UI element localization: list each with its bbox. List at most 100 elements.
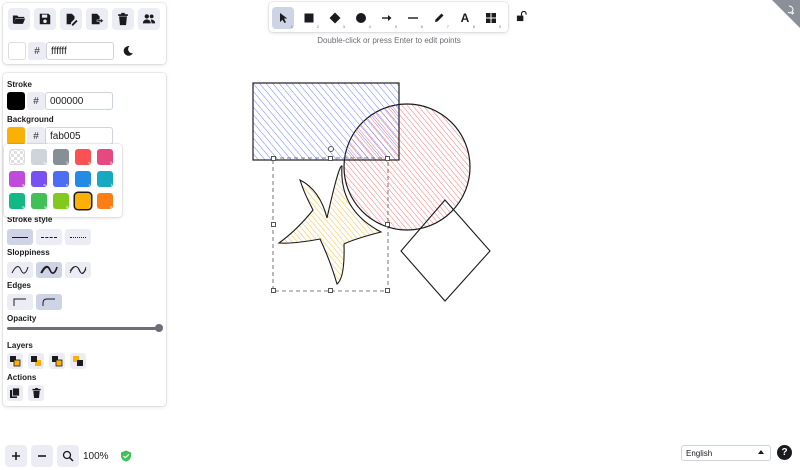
zoom-level: 100% <box>83 451 109 462</box>
palette-swatch-key: g <box>109 204 112 209</box>
properties-panel: Stroke # 000000 Background # fab005 Stro… <box>3 73 166 406</box>
palette-swatch-key: s <box>44 204 46 209</box>
palette-swatch-1[interactable]: w <box>31 149 47 165</box>
palette-swatch-key: e <box>65 182 68 187</box>
tool-draw[interactable]: 7 <box>428 7 450 29</box>
bring-to-front-button[interactable] <box>70 353 86 369</box>
palette-swatch-key: a <box>21 204 24 209</box>
tool-arrow-key: 5 <box>394 24 397 29</box>
tool-diamond[interactable]: 3 <box>324 7 346 29</box>
palette-swatch-6[interactable]: w <box>31 171 47 187</box>
opacity-slider-track <box>7 327 161 330</box>
palette-swatch-13[interactable]: f <box>75 193 91 209</box>
resize-handle-e[interactable] <box>385 222 390 227</box>
pencil-icon <box>435 13 444 22</box>
opacity-slider-thumb[interactable] <box>155 324 163 332</box>
send-to-back-button[interactable] <box>7 353 23 369</box>
rotation-handle[interactable] <box>328 146 334 152</box>
tool-arrow[interactable]: 5 <box>376 7 398 29</box>
color-palette-popover: q w 3 4 5 q w e r t a s d f g <box>4 144 122 217</box>
palette-swatch-10[interactable]: a <box>9 193 25 209</box>
palette-swatch-7[interactable]: e <box>53 171 69 187</box>
save-as-button[interactable] <box>60 8 82 30</box>
clear-canvas-button[interactable] <box>112 8 134 30</box>
palette-swatch-8[interactable]: r <box>75 171 91 187</box>
rectangle-shape[interactable] <box>252 82 400 161</box>
layers-label: Layers <box>7 341 33 350</box>
palette-swatch-key: 3 <box>65 160 68 165</box>
tool-library-key: 9 <box>498 24 501 29</box>
palette-swatch-11[interactable]: s <box>31 193 47 209</box>
tool-line-key: 6 <box>420 24 423 29</box>
sloppiness-architect[interactable] <box>7 262 33 278</box>
save-button[interactable] <box>34 8 56 30</box>
edges-sharp[interactable] <box>7 294 33 310</box>
diamond-shape[interactable] <box>400 199 491 302</box>
tool-ellipse-key: 4 <box>368 24 371 29</box>
send-backward-icon <box>31 356 41 366</box>
duplicate-icon <box>10 387 20 398</box>
resize-handle-ne[interactable] <box>385 156 390 161</box>
export-button[interactable] <box>86 8 108 30</box>
palette-swatch-9[interactable]: t <box>97 171 113 187</box>
tool-ellipse[interactable]: 4 <box>350 7 372 29</box>
background-hex-input[interactable]: fab005 <box>45 127 113 145</box>
resize-handle-nw[interactable] <box>271 156 276 161</box>
palette-swatch-2[interactable]: 3 <box>53 149 69 165</box>
send-backward-button[interactable] <box>28 353 44 369</box>
palette-swatch-5[interactable]: q <box>9 171 25 187</box>
resize-handle-s[interactable] <box>328 288 333 293</box>
palette-swatch-14[interactable]: g <box>97 193 113 209</box>
resize-handle-n[interactable] <box>328 156 333 161</box>
lock-tool-button[interactable] <box>513 8 529 24</box>
palette-swatch-key: q <box>20 159 23 164</box>
reset-zoom-button[interactable] <box>57 445 79 467</box>
palette-swatch-key: w <box>43 182 46 187</box>
tool-rectangle[interactable]: 2 <box>298 7 320 29</box>
github-corner[interactable] <box>772 0 800 28</box>
palette-swatch-0[interactable]: q <box>9 149 25 165</box>
stroke-color-swatch[interactable] <box>7 92 25 110</box>
plus-icon <box>12 452 20 460</box>
shape-toolbar: 1 2 3 4 5 6 7 A 8 9 <box>269 2 508 32</box>
palette-swatch-4[interactable]: 5 <box>97 149 113 165</box>
selection-box[interactable] <box>272 157 389 292</box>
sloppiness-cartoonist[interactable] <box>65 262 91 278</box>
zoom-in-button[interactable] <box>5 445 27 467</box>
help-button[interactable]: ? <box>777 445 792 460</box>
save-icon <box>39 13 51 25</box>
tool-selection[interactable]: 1 <box>272 7 294 29</box>
tool-line[interactable]: 6 <box>402 7 424 29</box>
delete-button[interactable] <box>28 385 44 401</box>
edges-round[interactable] <box>36 294 62 310</box>
star-shape[interactable] <box>277 165 383 285</box>
bring-forward-button[interactable] <box>49 353 65 369</box>
stroke-style-dotted[interactable] <box>65 229 91 245</box>
trash-icon <box>31 387 41 399</box>
background-color-swatch[interactable] <box>7 127 25 145</box>
stroke-style-solid[interactable] <box>7 229 33 245</box>
sloppiness-artist[interactable] <box>36 262 62 278</box>
canvas-menu-panel: # ffffff <box>3 3 166 64</box>
stroke-style-dashed[interactable] <box>36 229 62 245</box>
ellipse-shape[interactable] <box>343 103 471 231</box>
tool-library[interactable]: 9 <box>480 7 502 29</box>
language-select[interactable]: English <box>681 445 771 461</box>
stroke-hex-input[interactable]: 000000 <box>45 92 113 110</box>
zoom-out-button[interactable] <box>31 445 53 467</box>
open-button[interactable] <box>8 8 30 30</box>
palette-swatch-3[interactable]: 4 <box>75 149 91 165</box>
duplicate-button[interactable] <box>7 385 23 401</box>
palette-swatch-key: 5 <box>109 160 112 165</box>
tool-text[interactable]: A 8 <box>454 7 476 29</box>
opacity-slider[interactable] <box>7 324 163 332</box>
edges-label: Edges <box>7 281 32 290</box>
line-icon <box>408 17 418 19</box>
resize-handle-sw[interactable] <box>271 288 276 293</box>
resize-handle-se[interactable] <box>385 288 390 293</box>
palette-swatch-12[interactable]: d <box>53 193 69 209</box>
bring-to-front-icon <box>73 356 83 366</box>
resize-handle-w[interactable] <box>271 222 276 227</box>
collaborate-button[interactable] <box>138 8 160 30</box>
library-grid-icon <box>486 13 496 23</box>
